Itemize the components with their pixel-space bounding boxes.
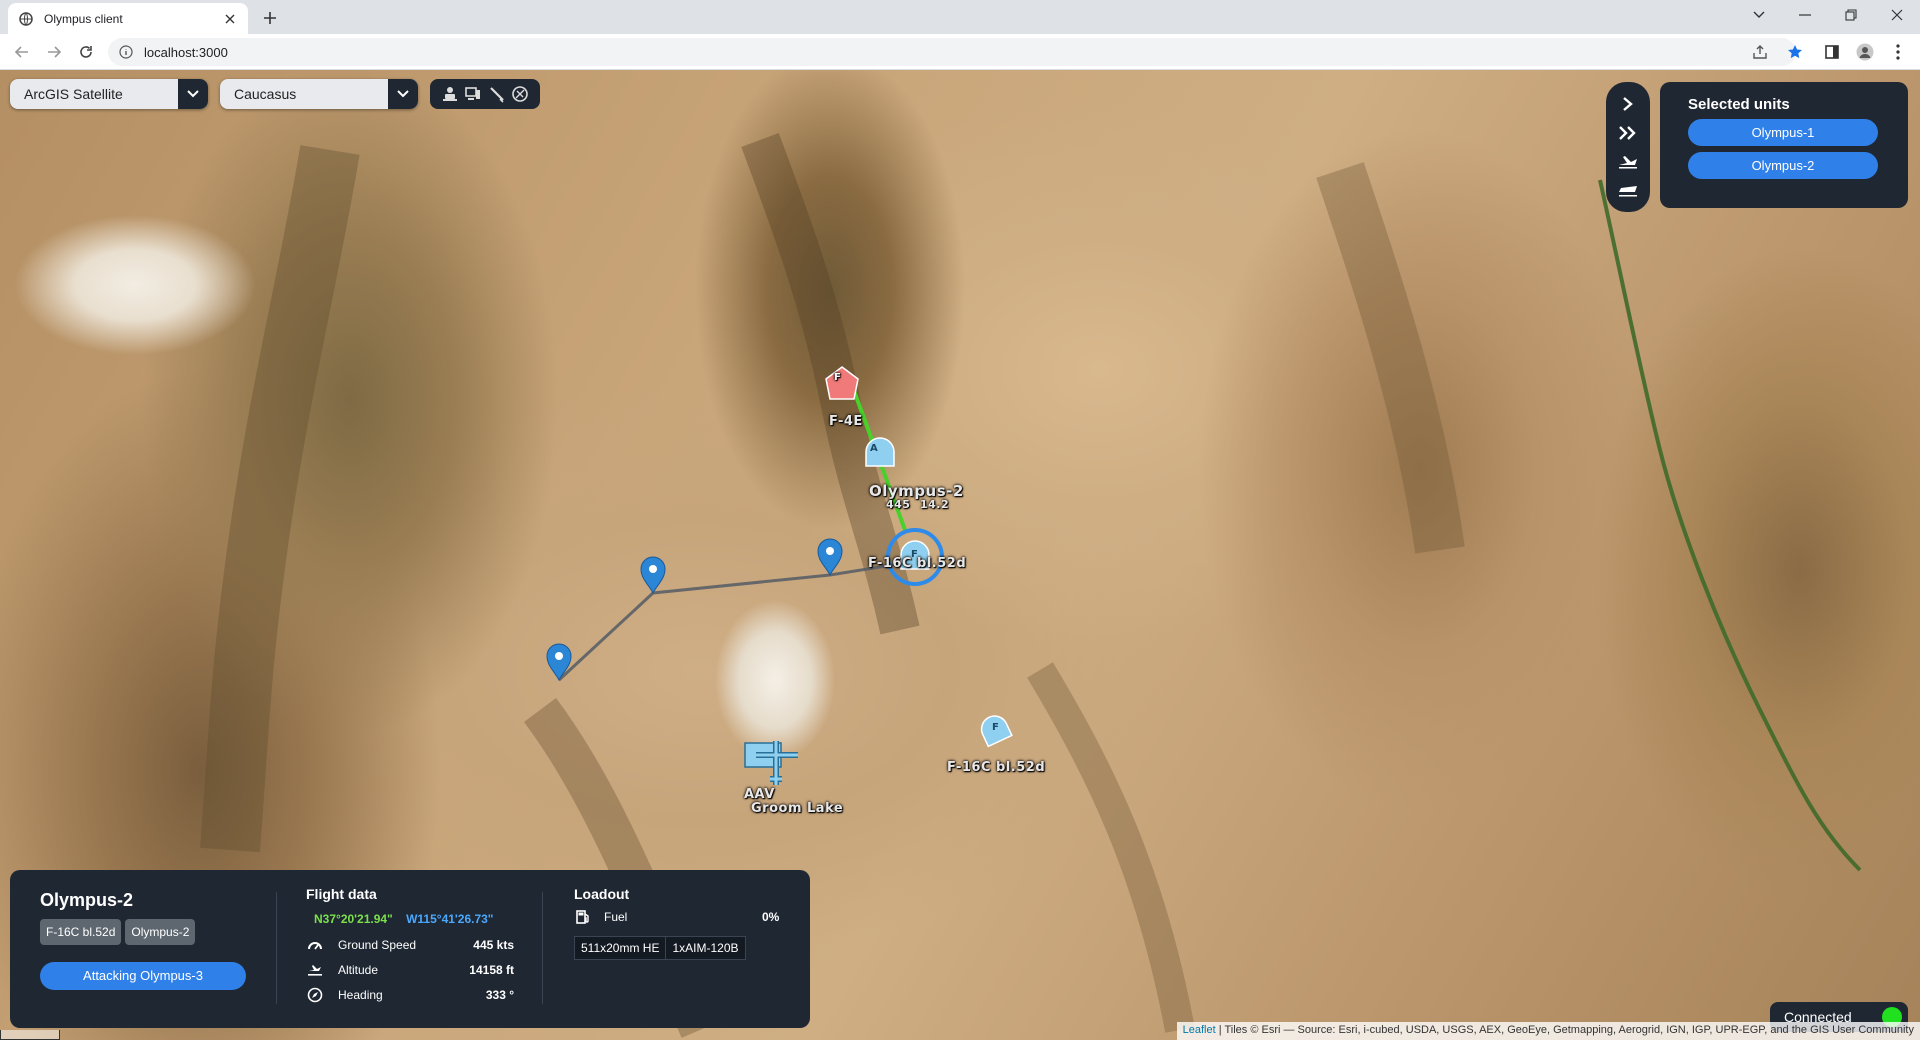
flight-data-title: Flight data	[306, 886, 377, 902]
unit-task-button[interactable]: Attacking Olympus-3	[40, 962, 246, 990]
escort-unit-glyph: A	[870, 443, 879, 454]
ground-speed-value: 445 kts	[473, 937, 514, 952]
selected-unit-button[interactable]: Olympus-1	[1688, 119, 1878, 146]
site-info-icon[interactable]	[118, 44, 134, 60]
profile-icon[interactable]	[1855, 42, 1875, 62]
airbase-name-label: Groom Lake	[751, 801, 844, 816]
unit-name: Olympus-2	[40, 890, 134, 910]
climb-icon[interactable]	[1614, 149, 1642, 173]
fuel-label: Fuel	[604, 910, 628, 924]
route-line	[557, 561, 906, 682]
speed-up-icon[interactable]	[1614, 92, 1642, 116]
theatre-value: Caucasus	[234, 86, 297, 102]
back-icon[interactable]	[10, 40, 34, 64]
wingman-unit-glyph: F	[992, 722, 1000, 733]
map-layer-select[interactable]: ArcGIS Satellite	[10, 79, 208, 109]
selected-unit-speed-label: 445	[886, 498, 911, 511]
river-vegetation	[1598, 179, 1862, 872]
unit-summary: Olympus-2 F-16C bl.52d Olympus-2	[40, 886, 260, 945]
side-panel-icon[interactable]	[1822, 42, 1842, 62]
chevron-down-icon[interactable]	[178, 79, 208, 109]
loadout-section: Loadout Fuel 0% 511x20mm HE 1xAIM-120B	[574, 886, 794, 960]
fuel-row: Fuel 0%	[574, 908, 794, 926]
heading-row: Heading 333 °	[306, 982, 526, 1007]
theatre-select[interactable]: Caucasus	[220, 79, 418, 109]
menu-kebab-icon[interactable]	[1888, 42, 1908, 62]
selected-unit-alt-label: 14.2	[920, 498, 950, 511]
map-view[interactable]: F F-4E A Olympus-2 445 14.2 F F-16C bl.5…	[0, 70, 1920, 1040]
altitude-label: Altitude	[338, 962, 379, 977]
waypoint-marker[interactable]	[546, 643, 572, 682]
restore-icon[interactable]	[1828, 0, 1874, 30]
heading-label: Heading	[338, 987, 383, 1002]
forward-icon[interactable]	[42, 40, 66, 64]
weapons-visibility-icon[interactable]	[487, 84, 507, 104]
minimize-icon[interactable]	[1782, 0, 1828, 30]
loadout-title: Loadout	[574, 886, 630, 902]
ai-units-icon[interactable]	[463, 84, 483, 104]
ground-speed-label: Ground Speed	[338, 937, 417, 952]
latitude-value: N37°20'21.94"	[314, 912, 393, 926]
selected-units-title: Selected units	[1688, 96, 1790, 113]
unit-group-tag: Olympus-2	[125, 919, 196, 945]
unit-info-panel: Olympus-2 F-16C bl.52d Olympus-2 Attackin…	[10, 870, 810, 1028]
fast-forward-icon[interactable]	[1614, 121, 1642, 145]
waypoint-marker[interactable]	[817, 538, 843, 577]
human-units-icon[interactable]	[440, 84, 460, 104]
selected-unit-type-label: F-16C bl.52d	[868, 556, 967, 571]
heading-value: 333 °	[485, 987, 514, 1002]
selected-units-panel: Selected units Olympus-1 Olympus-2	[1660, 82, 1908, 208]
tab-title: Olympus client	[44, 11, 123, 26]
dead-units-icon[interactable]	[510, 84, 530, 104]
share-icon[interactable]	[1750, 42, 1770, 62]
divider	[542, 892, 543, 1004]
loadout-item: 511x20mm HE	[574, 936, 667, 960]
wingman-unit-type-label: F-16C bl.52d	[947, 760, 1046, 775]
browser-tab[interactable]: Olympus client	[8, 3, 248, 34]
map-layer-value: ArcGIS Satellite	[24, 86, 123, 102]
reload-icon[interactable]	[74, 40, 98, 64]
close-tab-icon[interactable]	[222, 11, 238, 27]
selected-unit-name-label: Olympus-2	[869, 482, 964, 500]
url-text: localhost:3000	[144, 44, 228, 60]
tab-bar: Olympus client	[0, 0, 1920, 34]
ground-speed-row: Ground Speed 445 kts	[306, 932, 526, 957]
speedometer-icon	[306, 936, 324, 954]
map-scale	[0, 1030, 60, 1040]
altitude-icon	[306, 961, 324, 979]
map-attribution: Leaflet | Tiles © Esri — Source: Esri, i…	[1176, 1022, 1920, 1040]
fuel-pump-icon	[574, 908, 592, 926]
chevron-down-icon[interactable]	[388, 79, 418, 109]
altitude-value: 14158 ft	[469, 962, 514, 977]
longitude-value: W115°41'26.73"	[406, 912, 494, 926]
divider	[276, 892, 277, 1004]
compass-icon	[306, 986, 324, 1004]
airbase-code-label: AAV	[744, 787, 775, 802]
address-bar[interactable]: localhost:3000	[108, 38, 1796, 66]
unit-type-tag: F-16C bl.52d	[40, 919, 122, 945]
selected-unit-button[interactable]: Olympus-2	[1688, 152, 1878, 179]
globe-icon	[18, 11, 34, 27]
attribution-text: | Tiles © Esri — Source: Esri, i-cubed, …	[1215, 1024, 1914, 1036]
coordinates: N37°20'21.94" W115°41'26.73"	[314, 912, 526, 926]
unit-visibility-toolbar	[430, 79, 540, 109]
descend-icon[interactable]	[1614, 178, 1642, 202]
waypoint-marker[interactable]	[640, 556, 666, 595]
loadout-item: 1xAIM-120B	[666, 936, 746, 960]
browser-toolbar: localhost:3000	[0, 34, 1920, 70]
airbase-marker[interactable]	[744, 741, 798, 785]
new-tab-button[interactable]	[258, 6, 282, 30]
flight-data-section: Flight data N37°20'21.94" W115°41'26.73"…	[306, 886, 526, 1007]
bookmark-star-icon[interactable]	[1785, 42, 1805, 62]
leaflet-link[interactable]: Leaflet	[1183, 1024, 1216, 1036]
tab-search-icon[interactable]	[1736, 0, 1782, 30]
sim-speed-panel	[1606, 82, 1650, 212]
enemy-unit-label: F-4E	[829, 414, 863, 429]
close-window-icon[interactable]	[1874, 0, 1920, 30]
altitude-row: Altitude 14158 ft	[306, 957, 526, 982]
enemy-unit-glyph: F	[834, 372, 842, 383]
fuel-value: 0%	[762, 910, 780, 924]
